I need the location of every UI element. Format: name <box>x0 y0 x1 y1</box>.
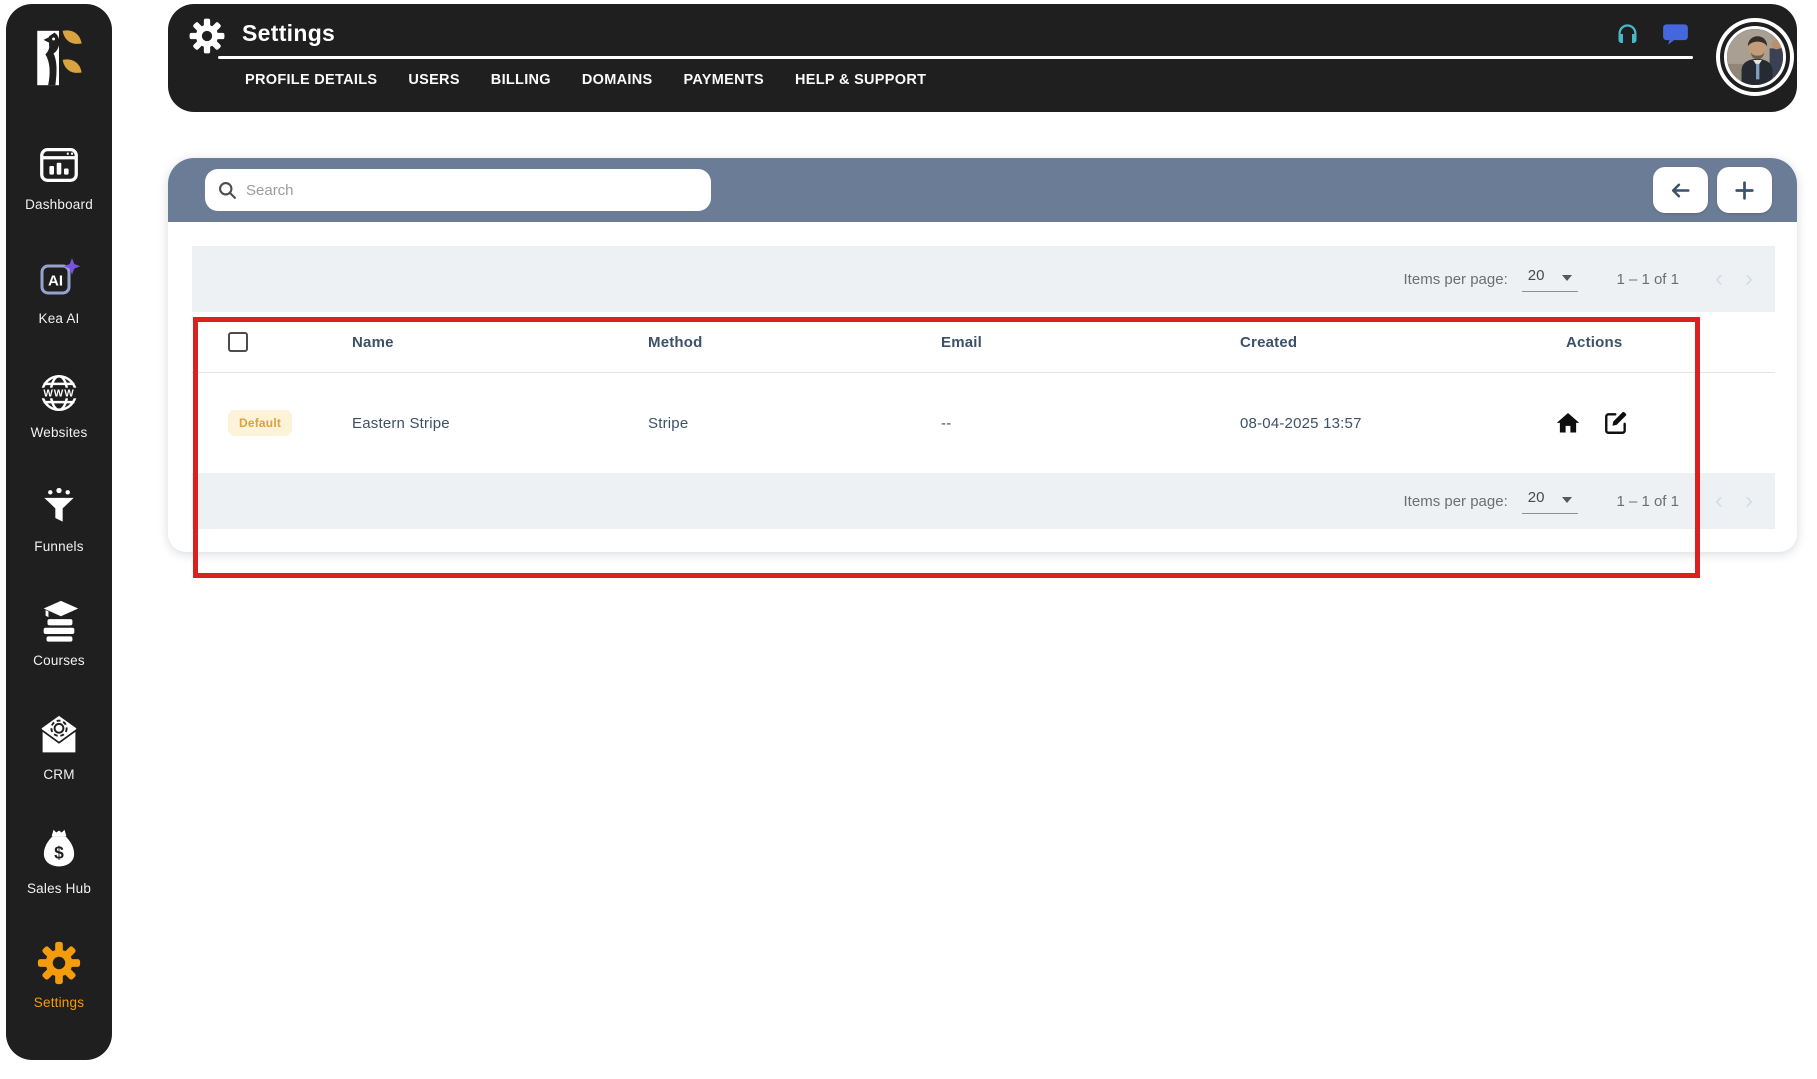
search-input[interactable] <box>246 181 699 199</box>
sidebar-item-kea-ai[interactable]: AI Kea AI <box>6 232 112 346</box>
page-title: Settings <box>242 20 336 46</box>
tab-help-support[interactable]: HELP & SUPPORT <box>795 72 926 88</box>
back-button[interactable] <box>1653 167 1708 213</box>
paginator-top: Items per page: 20 1 – 1 of 1 ‹ › <box>192 246 1775 312</box>
sidebar-item-label: Settings <box>33 994 85 1010</box>
funnel-icon <box>37 481 81 533</box>
sidebar-item-label: Sales Hub <box>26 880 92 896</box>
plus-icon <box>1735 180 1754 200</box>
kea-logo-icon <box>37 30 82 86</box>
range-label: 1 – 1 of 1 <box>1616 270 1679 288</box>
sidebar-item-label: Websites <box>30 424 88 440</box>
page-size-select[interactable]: 20 <box>1521 488 1579 514</box>
courses-icon <box>36 595 82 647</box>
home-icon <box>1556 413 1580 433</box>
sidebar-item-label: Dashboard <box>25 196 93 212</box>
sidebar-item-label: Funnels <box>34 538 84 554</box>
range-label: 1 – 1 of 1 <box>1616 492 1679 510</box>
chat-button[interactable] <box>1660 19 1690 49</box>
settings-tabs: PROFILE DETAILS USERS BILLING DOMAINS PA… <box>245 72 926 88</box>
set-default-home-button[interactable] <box>1554 409 1582 437</box>
gear-icon <box>36 937 82 989</box>
tab-billing[interactable]: BILLING <box>491 72 551 88</box>
edit-button[interactable] <box>1602 409 1630 437</box>
tab-users[interactable]: USERS <box>408 72 459 88</box>
cell-method: Stripe <box>648 414 689 432</box>
svg-text:WWW: WWW <box>43 388 74 399</box>
tab-domains[interactable]: DOMAINS <box>582 72 653 88</box>
cell-created: 08-04-2025 13:57 <box>1240 414 1362 432</box>
prev-page-button[interactable]: ‹ <box>1715 267 1723 291</box>
svg-text:AI: AI <box>48 272 63 289</box>
sidebar-item-sales-hub[interactable]: $ Sales Hub <box>6 802 112 916</box>
support-headset-button[interactable] <box>1612 19 1642 49</box>
add-payment-button[interactable] <box>1717 167 1772 213</box>
column-header-actions: Actions <box>1566 333 1623 351</box>
table-row[interactable]: Default Eastern Stripe Stripe -- 08-04-2… <box>192 373 1775 473</box>
title-underline <box>218 56 1693 59</box>
payments-panel: Items per page: 20 1 – 1 of 1 ‹ › Name M… <box>168 158 1797 552</box>
dashboard-icon <box>36 139 82 191</box>
tab-payments[interactable]: PAYMENTS <box>683 72 764 88</box>
sidebar-item-settings[interactable]: Settings <box>6 916 112 1030</box>
column-header-name[interactable]: Name <box>352 334 648 351</box>
search-icon <box>219 182 236 199</box>
paginator-bottom: Items per page: 20 1 – 1 of 1 ‹ › <box>192 473 1775 529</box>
page-size-value: 20 <box>1527 488 1545 506</box>
chevron-down-icon <box>1562 496 1573 503</box>
column-header-created[interactable]: Created <box>1240 334 1530 351</box>
chevron-down-icon <box>1562 274 1573 281</box>
sidebar-item-crm[interactable]: CRM <box>6 688 112 802</box>
user-avatar[interactable] <box>1716 18 1794 96</box>
sidebar-item-funnels[interactable]: Funnels <box>6 460 112 574</box>
headset-icon <box>1618 23 1636 43</box>
sidebar-item-courses[interactable]: Courses <box>6 574 112 688</box>
column-header-method[interactable]: Method <box>648 334 941 351</box>
page-size-select[interactable]: 20 <box>1521 266 1579 292</box>
edit-icon <box>1605 411 1627 434</box>
next-page-button[interactable]: › <box>1745 489 1753 513</box>
svg-text:$: $ <box>54 842 64 862</box>
sidebar: Dashboard AI Kea AI WWW Websites Funnels… <box>6 4 112 1060</box>
sidebar-item-label: Courses <box>33 652 85 668</box>
sidebar-item-label: Kea AI <box>38 310 80 326</box>
items-per-page-label: Items per page: <box>1403 270 1508 288</box>
tab-profile-details[interactable]: PROFILE DETAILS <box>245 72 377 88</box>
default-badge: Default <box>228 410 293 436</box>
sidebar-item-websites[interactable]: WWW Websites <box>6 346 112 460</box>
arrow-left-icon <box>1671 183 1690 197</box>
cell-name: Eastern Stripe <box>352 414 450 432</box>
kea-ai-icon: AI <box>35 253 83 305</box>
table-header-row: Name Method Email Created Actions <box>192 312 1775 373</box>
select-all-checkbox[interactable] <box>228 332 248 352</box>
chat-bubble-icon <box>1662 23 1688 45</box>
money-bag-icon: $ <box>37 823 81 875</box>
sidebar-item-dashboard[interactable]: Dashboard <box>6 118 112 232</box>
next-page-button[interactable]: › <box>1745 267 1753 291</box>
items-per-page-label: Items per page: <box>1403 492 1508 510</box>
app-logo[interactable] <box>30 26 88 118</box>
cell-email: -- <box>941 414 952 432</box>
settings-gear-icon <box>188 17 226 60</box>
toolbar <box>168 158 1797 222</box>
prev-page-button[interactable]: ‹ <box>1715 489 1723 513</box>
column-header-email[interactable]: Email <box>941 334 1240 351</box>
avatar-photo <box>1724 26 1786 88</box>
header: Settings PROFILE DETAILS USERS BILLING D… <box>168 4 1797 112</box>
sidebar-item-label: CRM <box>43 766 75 782</box>
search-box <box>205 169 711 211</box>
page-size-value: 20 <box>1527 266 1545 284</box>
globe-www-icon: WWW <box>36 367 82 419</box>
crm-icon <box>36 709 82 761</box>
